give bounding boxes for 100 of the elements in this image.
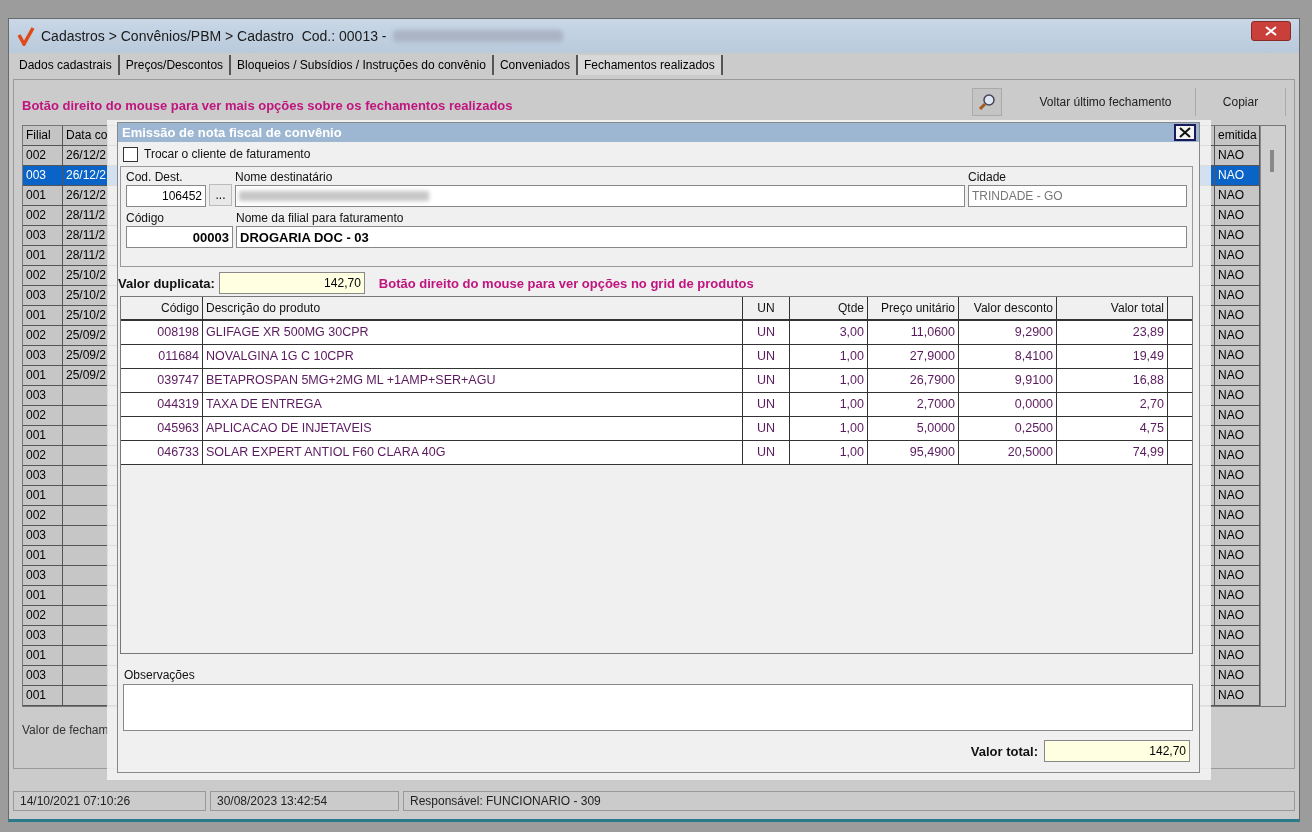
table-cell: 002 bbox=[23, 506, 63, 525]
table-cell: UN bbox=[743, 441, 790, 464]
column-header: Preço unitário bbox=[868, 297, 959, 319]
status-panel: 14/10/2021 07:10:26 bbox=[13, 791, 206, 811]
input-field[interactable]: 106452 bbox=[126, 185, 206, 207]
field-label: Cod. Dest. bbox=[126, 170, 184, 184]
lookup-button[interactable]: ... bbox=[209, 184, 232, 206]
table-cell: 001 bbox=[23, 546, 63, 565]
hint-text: Botão direito do mouse para ver mais opções sobre os fechamentos realizados bbox=[22, 98, 513, 113]
table-cell: 2,7000 bbox=[868, 393, 959, 416]
table-cell: 26,7900 bbox=[868, 369, 959, 392]
table-cell: 1,00 bbox=[790, 417, 868, 440]
table-cell: 003 bbox=[23, 466, 63, 485]
table-cell: BETAPROSPAN 5MG+2MG ML +1AMP+SER+AGU bbox=[203, 369, 743, 392]
column-header: Filial bbox=[23, 126, 63, 145]
table-cell: 044319 bbox=[121, 393, 203, 416]
tab[interactable]: Fechamentos realizados bbox=[578, 55, 723, 75]
table-cell: UN bbox=[743, 345, 790, 368]
scrollbar[interactable] bbox=[1260, 126, 1285, 706]
checkbox[interactable] bbox=[123, 146, 138, 162]
table-cell: 9,9100 bbox=[959, 369, 1057, 392]
close-icon bbox=[1179, 127, 1191, 138]
field-label: Observações bbox=[124, 668, 196, 682]
table-cell: 1,00 bbox=[790, 369, 868, 392]
table-cell: 1,00 bbox=[790, 345, 868, 368]
table-cell: 5,0000 bbox=[868, 417, 959, 440]
table-cell: 003 bbox=[23, 386, 63, 405]
table-cell: 001 bbox=[23, 486, 63, 505]
checkmark-icon bbox=[17, 26, 35, 46]
status-panel: 30/08/2023 13:42:54 bbox=[210, 791, 399, 811]
table-cell: 27,9000 bbox=[868, 345, 959, 368]
close-icon bbox=[1265, 26, 1277, 36]
dialog-title: Emissão de nota fiscal de convênio bbox=[122, 125, 342, 140]
input-field[interactable] bbox=[235, 185, 965, 207]
table-cell: 001 bbox=[23, 586, 63, 605]
table-cell: 23,89 bbox=[1057, 321, 1168, 344]
column-header: Descrição do produto bbox=[203, 297, 743, 319]
field-label: Valor duplicata: bbox=[118, 275, 215, 291]
status-panel: Responsável: FUNCIONARIO - 309 bbox=[403, 791, 1295, 811]
table-cell: 11,0600 bbox=[868, 321, 959, 344]
table-cell: 003 bbox=[23, 526, 63, 545]
table-cell: SOLAR EXPERT ANTIOL F60 CLARA 40G bbox=[203, 441, 743, 464]
table-cell: 4,75 bbox=[1057, 417, 1168, 440]
table-cell: 001 bbox=[23, 686, 63, 705]
input-field[interactable]: 00003 bbox=[126, 226, 233, 248]
table-cell: 011684 bbox=[121, 345, 203, 368]
table-cell: 2,70 bbox=[1057, 393, 1168, 416]
table-cell: UN bbox=[743, 393, 790, 416]
column-header: Código bbox=[121, 297, 203, 319]
table-cell: 003 bbox=[23, 226, 63, 245]
table-cell: 19,49 bbox=[1057, 345, 1168, 368]
table-cell: 0,0000 bbox=[959, 393, 1057, 416]
table-cell: 001 bbox=[23, 246, 63, 265]
table-cell: 002 bbox=[23, 266, 63, 285]
table-cell: 046733 bbox=[121, 441, 203, 464]
search-icon bbox=[978, 93, 996, 111]
table-cell: 1,00 bbox=[790, 441, 868, 464]
search-button[interactable] bbox=[972, 88, 1002, 116]
column-header: Valor total bbox=[1057, 297, 1168, 319]
table-cell: 001 bbox=[23, 646, 63, 665]
table-cell: APLICACAO DE INJETAVEIS bbox=[203, 417, 743, 440]
table-cell: 002 bbox=[23, 446, 63, 465]
table-cell: 95,4900 bbox=[868, 441, 959, 464]
tab[interactable]: Bloqueios / Subsídios / Instruções do convênio bbox=[231, 55, 494, 75]
table-cell: 003 bbox=[23, 286, 63, 305]
table-cell: 0,2500 bbox=[959, 417, 1057, 440]
table-cell: UN bbox=[743, 321, 790, 344]
table-cell: 039747 bbox=[121, 369, 203, 392]
table-cell: 74,99 bbox=[1057, 441, 1168, 464]
tab[interactable]: Dados cadastrais bbox=[13, 55, 120, 75]
field-label: Cidade bbox=[968, 170, 1008, 184]
table-cell: 003 bbox=[23, 626, 63, 645]
table-cell: 002 bbox=[23, 206, 63, 225]
input-field[interactable]: DROGARIA DOC - 03 bbox=[236, 226, 1187, 248]
field-label: Nome destinatário bbox=[235, 170, 334, 184]
table-cell: 003 bbox=[23, 566, 63, 585]
table-cell: 002 bbox=[23, 606, 63, 625]
scrollbar-thumb[interactable] bbox=[1270, 150, 1274, 172]
table-cell: NOVALGINA 1G C 10CPR bbox=[203, 345, 743, 368]
table-cell: 9,2900 bbox=[959, 321, 1057, 344]
column-header: Qtde bbox=[790, 297, 868, 319]
column-header: UN bbox=[743, 297, 790, 319]
table-cell: 20,5000 bbox=[959, 441, 1057, 464]
table-cell: 045963 bbox=[121, 417, 203, 440]
table-cell: 8,4100 bbox=[959, 345, 1057, 368]
input-field[interactable]: 142,70 bbox=[218, 272, 365, 294]
input-field[interactable]: 142,70 bbox=[1044, 740, 1190, 762]
field-label: Valor total: bbox=[970, 743, 1038, 759]
close-button[interactable] bbox=[1174, 124, 1196, 141]
table-cell: 003 bbox=[23, 346, 63, 365]
tab[interactable]: Preços/Descontos bbox=[119, 55, 232, 75]
checkbox-label: Trocar o cliente de faturamento bbox=[144, 147, 311, 161]
table-cell: 002 bbox=[23, 146, 63, 165]
close-button[interactable] bbox=[1251, 21, 1291, 41]
text-area[interactable] bbox=[123, 684, 1193, 731]
table-cell: 001 bbox=[23, 426, 63, 445]
table-cell: 16,88 bbox=[1057, 369, 1168, 392]
column-header: Valor desconto bbox=[959, 297, 1057, 319]
table-cell: UN bbox=[743, 417, 790, 440]
field-label: Valor de fecham bbox=[22, 723, 110, 737]
